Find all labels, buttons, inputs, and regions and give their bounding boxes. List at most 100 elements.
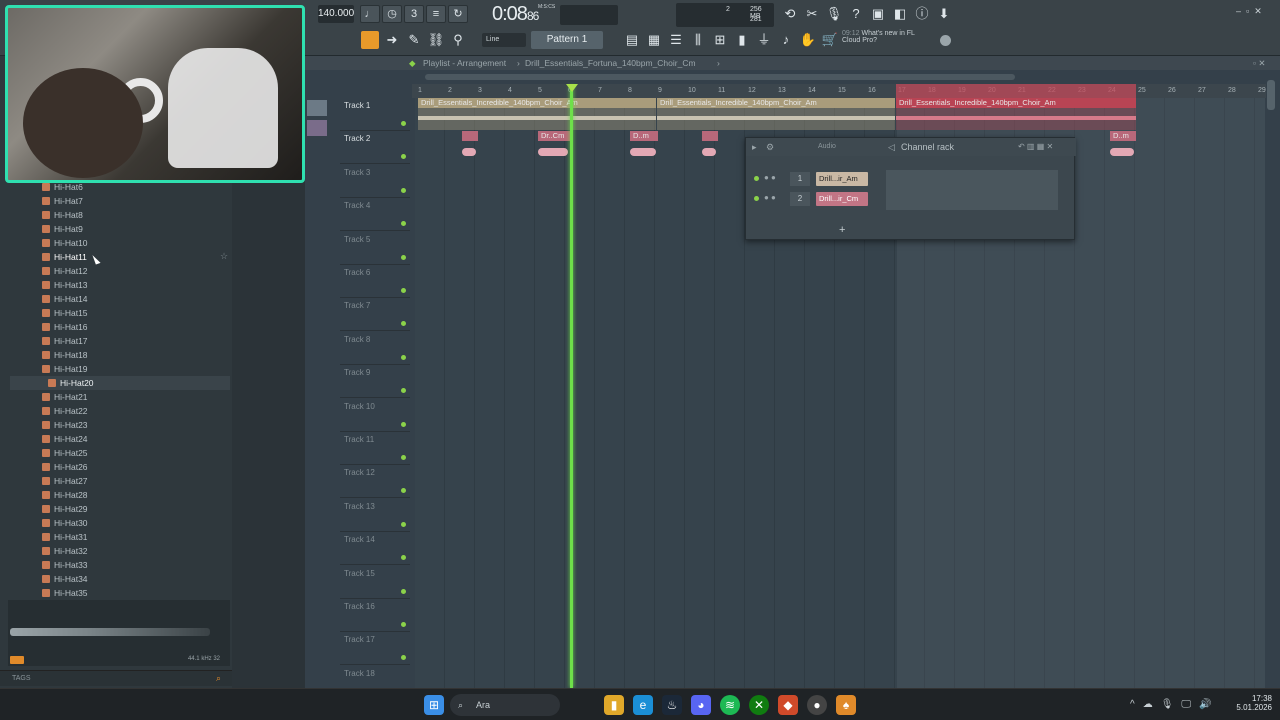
tuning-icon[interactable]: ♪	[776, 30, 796, 50]
browser-item[interactable]: Hi-Hat9	[42, 222, 83, 236]
track-enable-led[interactable]	[401, 588, 406, 594]
search-icon[interactable]: ⌕	[216, 673, 221, 684]
browser-item[interactable]: Hi-Hat27	[42, 474, 88, 488]
track-enable-led[interactable]	[401, 455, 406, 460]
track-header[interactable]: Track 5	[340, 232, 410, 265]
track-enable-led[interactable]	[401, 254, 406, 260]
mic-icon[interactable]: 🎙	[824, 4, 844, 24]
taskbar-search[interactable]: ⌕ Ara	[450, 694, 560, 716]
playhead[interactable]	[570, 86, 573, 688]
play-arrow-icon[interactable]: ➜	[382, 30, 402, 50]
track-header[interactable]: Track 10	[340, 399, 410, 432]
track-header[interactable]: Track 15	[340, 566, 410, 599]
track-header[interactable]: Track 3	[340, 165, 410, 198]
channel-mute-led[interactable]	[754, 176, 759, 181]
tempo-display[interactable]: 140.000	[318, 5, 354, 23]
track-enable-led[interactable]	[401, 488, 406, 494]
timeline-ruler[interactable]: 1234567891011121314151617181920212223242…	[412, 84, 1266, 98]
browser-item[interactable]: Hi-Hat23	[42, 418, 88, 432]
channel-filter[interactable]: Audio	[818, 138, 836, 156]
browser-item[interactable]: Hi-Hat8	[42, 208, 83, 222]
track-enable-led[interactable]	[401, 121, 406, 126]
track-header[interactable]: Track 4	[340, 198, 410, 232]
fl-studio-icon[interactable]: ◆	[778, 695, 798, 715]
news-panel[interactable]: 09:12 What's new in FL Cloud Pro?	[842, 30, 952, 52]
mixer-icon[interactable]: ☰	[666, 30, 686, 50]
vertical-scrollbar[interactable]	[1267, 80, 1275, 110]
pattern-select[interactable]: Pattern 1	[531, 31, 603, 49]
clip-track2-d[interactable]	[702, 131, 718, 163]
track-enable-led[interactable]	[401, 555, 406, 561]
wait-button[interactable]: ◷	[382, 5, 402, 23]
browser-item[interactable]: Hi-Hat15	[42, 306, 88, 320]
track-enable-led[interactable]	[401, 421, 406, 427]
track-header[interactable]: Track 11	[340, 432, 410, 465]
file-explorer-icon[interactable]: ▮	[604, 695, 624, 715]
browser-item[interactable]: Hi-Hat19	[42, 362, 88, 376]
rack-menu-icon[interactable]: ▸	[752, 138, 757, 156]
track-enable-led[interactable]	[401, 655, 406, 661]
browser-item[interactable]: Hi-Hat18	[42, 348, 88, 362]
info-icon[interactable]: ⓘ	[912, 4, 932, 24]
maximize-icon[interactable]: ▫	[1246, 6, 1254, 16]
track-enable-led[interactable]	[401, 221, 406, 227]
steam-icon[interactable]: ♨	[662, 695, 682, 715]
browser-item[interactable]: Hi-Hat13	[42, 278, 88, 292]
draw-icon[interactable]: ✎	[404, 30, 424, 50]
clip-track2-a[interactable]: Dr..Cm	[538, 131, 570, 163]
track-header[interactable]: Track 9	[340, 365, 410, 399]
link-icon[interactable]: ⛓	[426, 30, 446, 50]
track-enable-led[interactable]	[401, 288, 406, 293]
track-enable-led[interactable]	[401, 354, 406, 360]
stamp-icon[interactable]: ⚲	[448, 30, 468, 50]
browser-item[interactable]: Hi-Hat33	[42, 558, 88, 572]
browser-item[interactable]: Hi-Hat21	[42, 390, 88, 404]
channel-button[interactable]: Drill...ir_Am	[816, 172, 868, 186]
track-header[interactable]: Track 6	[340, 265, 410, 298]
playhead-marker[interactable]	[566, 84, 578, 92]
track-header[interactable]: Track 16	[340, 599, 410, 632]
tool-add-button[interactable]	[307, 100, 327, 116]
spotify-icon[interactable]: ≋	[720, 695, 740, 715]
browser-item[interactable]: Hi-Hat20	[10, 376, 230, 390]
track-enable-led[interactable]	[401, 622, 406, 627]
clip-track2-c[interactable]	[462, 131, 478, 163]
undo-icon[interactable]: ⟲	[780, 4, 800, 24]
browser-icon[interactable]: ▮	[732, 30, 752, 50]
clip-track1-c[interactable]: Drill_Essentials_Incredible_140bpm_Choir…	[896, 98, 1136, 130]
save-icon[interactable]: ▣	[868, 4, 888, 24]
minimize-icon[interactable]: –	[1236, 6, 1246, 16]
track-enable-led[interactable]	[401, 154, 406, 160]
close-icon[interactable]: ✕	[1254, 6, 1267, 16]
channel-number[interactable]: 2	[790, 192, 810, 206]
track-header[interactable]: Track 2	[340, 131, 410, 165]
download-icon[interactable]: ⬇	[934, 4, 954, 24]
clip-track1-a[interactable]: Drill_Essentials_Incredible_140bpm_Choir…	[418, 98, 656, 130]
clock[interactable]: 17:38 5.01.2026	[1232, 694, 1272, 712]
plugin-icon[interactable]: ◧	[890, 4, 910, 24]
globe-icon[interactable]	[940, 35, 951, 46]
system-tray[interactable]: ^☁🎙🖵🔊	[1130, 699, 1219, 710]
channel-rack-icon[interactable]: ⫼	[688, 30, 708, 50]
browser-item[interactable]: Hi-Hat11	[42, 250, 87, 264]
play-preview-icon[interactable]	[10, 656, 24, 664]
piano-roll-icon[interactable]: ▦	[644, 30, 664, 50]
browser-item[interactable]: Hi-Hat14	[42, 292, 88, 306]
browser-item[interactable]: Hi-Hat34	[42, 572, 88, 586]
countdown-button[interactable]: 3	[404, 5, 424, 23]
plugin-picker-icon[interactable]: ⊞	[710, 30, 730, 50]
loop-record-button[interactable]: ↻	[448, 5, 468, 23]
rack-controls[interactable]: ↶ ▥ ▦ ✕	[1018, 138, 1053, 156]
browser-item[interactable]: Hi-Hat30	[42, 516, 88, 530]
channel-number[interactable]: 1	[790, 172, 810, 186]
browser-item[interactable]: Hi-Hat12	[42, 264, 88, 278]
browser-item[interactable]: Hi-Hat22	[42, 404, 88, 418]
star-icon[interactable]: ☆	[220, 251, 228, 262]
metronome-button[interactable]: ♩	[360, 5, 380, 23]
clip-track1-b[interactable]: Drill_Essentials_Incredible_140bpm_Choir…	[657, 98, 895, 130]
browser-item[interactable]: Hi-Hat29	[42, 502, 88, 516]
browser-item[interactable]: Hi-Hat17	[42, 334, 88, 348]
browser-item[interactable]: Hi-Hat32	[42, 544, 88, 558]
channel-mute-led[interactable]	[754, 196, 759, 201]
obs-icon[interactable]: ●	[807, 695, 827, 715]
